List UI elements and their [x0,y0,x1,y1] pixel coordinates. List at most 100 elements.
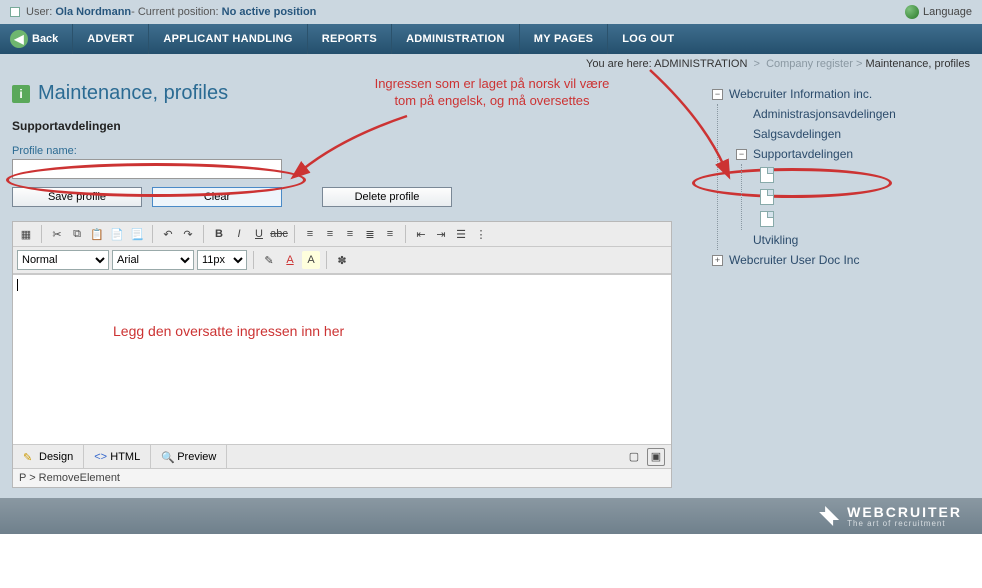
underline-icon[interactable]: U [250,225,268,243]
tree-item-utvikling[interactable]: Utvikling [736,230,970,250]
tree-root-label: Webcruiter Information inc. [729,87,872,101]
tab-design[interactable]: ✎ Design [13,445,84,468]
tree-item-label: Administrasjonsavdelingen [753,107,896,121]
editor-canvas[interactable]: Legg den oversatte ingressen inn her [13,274,671,444]
menu-applicant-handling[interactable]: APPLICANT HANDLING [148,24,306,54]
tree-root-webcruiter-info[interactable]: − Webcruiter Information inc. [712,84,970,104]
main-menu: ◀ Back ADVERT APPLICANT HANDLING REPORTS… [0,24,982,54]
tree-item-label: Utvikling [753,233,798,247]
user-bar: User: Ola Nordmann - Current position: N… [0,0,982,24]
tree-doc-3[interactable] [760,208,970,230]
user-status-box [10,7,20,17]
brand-logo: WEBCRUITER The art of recruitment [819,505,962,528]
editor-mode-tabs: ✎ Design <> HTML 🔍 Preview ▢ ▣ [13,444,671,468]
align-center-icon[interactable]: ≡ [321,225,339,243]
tree-item-label: Supportavdelingen [753,147,853,161]
tab-html[interactable]: <> HTML [84,445,151,468]
tab-html-label: HTML [110,451,140,463]
paste-icon[interactable]: 📋 [88,225,106,243]
tree-item-support[interactable]: − Supportavdelingen [736,144,970,164]
pencil-icon: ✎ [23,451,35,463]
rich-text-editor: ▦ ✂ ⧉ 📋 📄 📃 ↶ ↷ [12,221,672,488]
tree-item-sales[interactable]: Salgsavdelingen [736,124,970,144]
breadcrumb: You are here: ADMINISTRATION > Company r… [0,54,982,74]
align-none-icon[interactable]: ≡ [381,225,399,243]
tree-item-admin[interactable]: Administrasjonsavdelingen [736,104,970,124]
back-button[interactable]: ◀ Back [0,24,72,54]
globe-icon [905,5,919,19]
brand-mark-icon [819,506,839,526]
breadcrumb-admin[interactable]: ADMINISTRATION [654,58,747,70]
back-color-icon[interactable]: A [302,251,320,269]
editor-status-bar: P > RemoveElement [13,468,671,487]
language-switcher[interactable]: Language [905,5,972,19]
copy-icon[interactable]: ⧉ [68,225,86,243]
menu-reports[interactable]: REPORTS [307,24,391,54]
list-ul-icon[interactable]: ⋮ [472,225,490,243]
tab-design-label: Design [39,451,73,463]
collapse-icon[interactable]: − [712,89,723,100]
code-icon: <> [94,451,106,463]
paste-html-icon[interactable]: 📃 [128,225,146,243]
delete-profile-button[interactable]: Delete profile [322,187,452,207]
editor-toolbar-1: ▦ ✂ ⧉ 📋 📄 📃 ↶ ↷ [13,222,671,247]
undo-icon[interactable]: ↶ [159,225,177,243]
document-icon [760,167,774,183]
tree-doc-1[interactable] [760,164,970,186]
footer: WEBCRUITER The art of recruitment [0,498,982,534]
tab-preview-label: Preview [177,451,216,463]
indent-icon[interactable]: ⇥ [432,225,450,243]
font-select[interactable]: Arial [112,250,194,270]
align-right-icon[interactable]: ≡ [341,225,359,243]
paste-word-icon[interactable]: 📄 [108,225,126,243]
tab-preview[interactable]: 🔍 Preview [151,445,227,468]
back-label: Back [32,33,58,45]
expand-icon[interactable]: + [712,255,723,266]
tree-doc-2[interactable] [760,186,970,208]
css-class-icon[interactable]: ✽ [333,251,351,269]
magnify-icon: 🔍 [161,451,173,463]
format-brush-icon[interactable]: ✎ [260,251,278,269]
save-profile-button[interactable]: Save profile [12,187,142,207]
breadcrumb-current: Maintenance, profiles [865,58,970,70]
align-justify-icon[interactable]: ≣ [361,225,379,243]
section-heading: Supportavdelingen [12,119,692,145]
document-icon [760,211,774,227]
module-toggle-icon[interactable]: ▣ [647,448,665,466]
menu-advert[interactable]: ADVERT [72,24,148,54]
profile-name-input[interactable] [12,159,282,179]
size-select[interactable]: 11px [197,250,247,270]
bold-icon[interactable]: B [210,225,228,243]
font-color-icon[interactable]: A [281,251,299,269]
format-select[interactable]: Normal [17,250,109,270]
position-label: - Current position: [131,6,218,18]
tree-root-userdoc[interactable]: + Webcruiter User Doc Inc [712,250,970,270]
menu-my-pages[interactable]: MY PAGES [519,24,607,54]
position-value: No active position [222,6,317,18]
italic-icon[interactable]: I [230,225,248,243]
profile-name-label: Profile name: [12,145,692,157]
breadcrumb-company-register[interactable]: Company register [766,58,853,70]
page-title-text: Maintenance, profiles [38,82,228,105]
clear-button[interactable]: Clear [152,187,282,207]
menu-log-out[interactable]: LOG OUT [607,24,688,54]
canvas-annotation: Legg den oversatte ingressen inn her [113,323,641,339]
annotation-text-1: Ingressen som er laget på norsk vil være… [342,76,642,110]
org-tree: − Webcruiter Information inc. Administra… [712,84,970,270]
editor-toolbar-2: Normal Arial 11px ✎ A A ✽ [13,247,671,274]
cut-icon[interactable]: ✂ [48,225,66,243]
strike-icon[interactable]: abc [270,225,288,243]
back-icon: ◀ [10,30,28,48]
menu-administration[interactable]: ADMINISTRATION [391,24,519,54]
tool-expand-icon[interactable]: ▦ [17,225,35,243]
breadcrumb-prefix: You are here: [586,58,652,70]
user-name: Ola Nordmann [55,6,131,18]
module-icon[interactable]: ▢ [625,448,643,466]
redo-icon[interactable]: ↷ [179,225,197,243]
collapse-icon[interactable]: − [736,149,747,160]
align-left-icon[interactable]: ≡ [301,225,319,243]
list-ol-icon[interactable]: ☰ [452,225,470,243]
outdent-icon[interactable]: ⇤ [412,225,430,243]
info-icon: i [12,85,30,103]
brand-name: WEBCRUITER [847,504,962,520]
